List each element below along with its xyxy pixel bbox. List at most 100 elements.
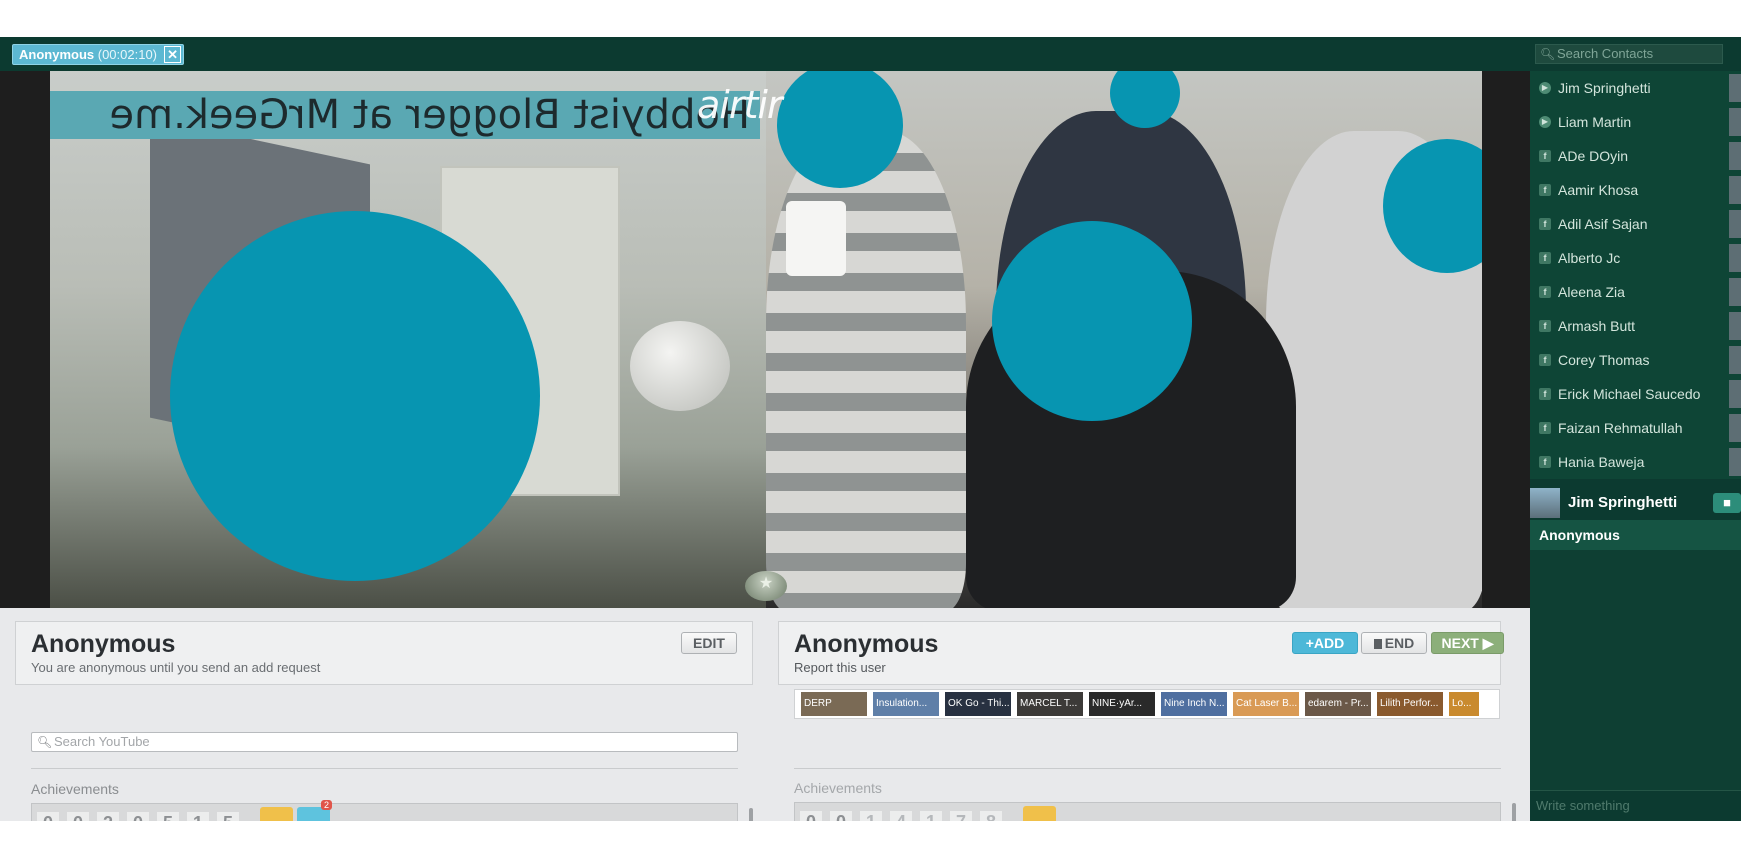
blue-badge-icon[interactable]: 2 (297, 800, 332, 821)
facebook-icon: f (1539, 320, 1551, 332)
avatar (1729, 346, 1741, 374)
achievement-digit: 0 (127, 812, 149, 821)
avatar (1729, 380, 1741, 408)
chat-panel: Anonymous Write something (1530, 520, 1741, 821)
video-thumbnail[interactable]: Cat Laser B... (1233, 692, 1299, 716)
video-thumbnail[interactable]: Lo... (1449, 692, 1479, 716)
contact-item[interactable]: f Adil Asif Sajan (1530, 207, 1741, 241)
session-tab[interactable]: Anonymous (00:02:10) ✕ (12, 44, 185, 65)
peer-achievements-label: Achievements (794, 780, 882, 796)
mirrored-banner: Hobbyist Blogger at MrGeek.me (50, 91, 760, 139)
contact-name: Liam Martin (1558, 114, 1632, 130)
search-icon: 🔍︎ (37, 735, 53, 749)
gold-badge-icon[interactable] (1023, 806, 1056, 821)
peer-camera-feed (766, 71, 1482, 608)
gold-badge-icon[interactable] (260, 807, 293, 821)
contact-name: Corey Thomas (1558, 352, 1650, 368)
lower-panel: Anonymous You are anonymous until you se… (0, 608, 1530, 821)
add-button[interactable]: +ADD (1292, 632, 1358, 654)
contact-item[interactable]: f Faizan Rehmatullah (1530, 411, 1741, 445)
achievement-digit: 1 (920, 811, 942, 821)
next-button-label: NEXT (1441, 635, 1479, 651)
video-camera-icon[interactable]: ■︎ (1713, 493, 1741, 513)
achievement-digit: 0 (800, 811, 822, 821)
contact-item[interactable]: f Aamir Khosa (1530, 173, 1741, 207)
session-tab-timer: (00:02:10) (97, 47, 158, 62)
chat-peer-label[interactable]: Anonymous (1530, 520, 1741, 550)
achievement-digit: 2 (97, 812, 119, 821)
facebook-icon: f (1539, 218, 1551, 230)
badge-count: 2 (320, 800, 332, 810)
report-user-link[interactable]: Report this user (794, 660, 886, 675)
divider (31, 768, 738, 769)
contact-item[interactable]: f Armash Butt (1530, 309, 1741, 343)
contact-name: Jim Springhetti (1558, 80, 1651, 96)
video-thumbnail[interactable]: MARCEL T... (1017, 692, 1083, 716)
facebook-icon: f (1539, 422, 1551, 434)
video-thumbnail[interactable]: edarem - Pr... (1305, 692, 1371, 716)
video-thumbnail[interactable]: DERP (801, 692, 867, 716)
achievement-digit: 8 (980, 811, 1002, 821)
chat-message-input[interactable]: Write something (1530, 790, 1741, 821)
contact-name: Aamir Khosa (1558, 182, 1639, 198)
facebook-icon: f (1539, 184, 1551, 196)
end-button-label: END (1384, 635, 1415, 651)
contact-item[interactable]: f Alberto Jc (1530, 241, 1741, 275)
self-camera-feed: Hobbyist Blogger at MrGeek.me (50, 71, 766, 608)
achievement-digit: 0 (67, 812, 89, 821)
achievement-digit: 5 (217, 812, 239, 821)
video-thumbnail[interactable]: NINE·yAr... (1089, 692, 1155, 716)
video-thumbnail[interactable]: Lilith Perfor... (1377, 692, 1443, 716)
avatar (1729, 108, 1741, 136)
contact-item[interactable]: ▶︎ Jim Springhetti (1530, 71, 1741, 105)
achievement-digit: 0 (830, 811, 852, 821)
achievement-digit: 1 (187, 812, 209, 821)
facebook-icon: f (1539, 456, 1551, 468)
avatar (1729, 142, 1741, 170)
edit-button[interactable]: EDIT (681, 632, 737, 654)
contact-item[interactable]: f Corey Thomas (1530, 343, 1741, 377)
stop-icon (1373, 639, 1382, 649)
fast-forward-icon: ▶︎ (1478, 635, 1494, 651)
close-icon[interactable]: ✕ (164, 46, 182, 63)
contact-item[interactable]: f Hania Baweja (1530, 445, 1741, 479)
video-area: Hobbyist Blogger at MrGeek.me airtir ★ (0, 71, 1530, 608)
self-anonymity-note: You are anonymous until you send an add … (31, 660, 321, 675)
self-name: Anonymous (31, 630, 176, 658)
peer-identity-box: Anonymous Report this user +ADD END NEXT… (778, 621, 1504, 685)
chat-header[interactable]: Jim Springhetti ■︎ (1530, 486, 1741, 520)
facebook-icon: f (1539, 252, 1551, 264)
mug (786, 201, 846, 276)
youtube-search-input[interactable]: 🔍︎ Search YouTube (31, 732, 738, 752)
contact-item[interactable]: f Aleena Zia (1530, 275, 1741, 309)
app-window: Anonymous (00:02:10) ✕ Hobbyist Blogger … (0, 37, 1741, 821)
video-thumbnail[interactable]: Nine Inch N... (1161, 692, 1227, 716)
contact-name: Hania Baweja (1558, 454, 1645, 470)
contact-item[interactable]: f Erick Michael Saucedo (1530, 377, 1741, 411)
contact-name: Alberto Jc (1558, 250, 1621, 266)
contact-name: ADe DOyin (1558, 148, 1629, 164)
end-button[interactable]: END (1361, 632, 1427, 654)
video-thumbnail[interactable]: OK Go - Thi... (945, 692, 1011, 716)
contact-name: Armash Butt (1558, 318, 1636, 334)
contacts-sidebar: 🔍︎ Search Contacts ▶︎ Jim Springhetti ▶︎ L… (1530, 37, 1741, 821)
achievement-digit: 0 (37, 812, 59, 821)
contact-item[interactable]: f ADe DOyin (1530, 139, 1741, 173)
contact-search-input[interactable]: 🔍︎ Search Contacts (1535, 44, 1723, 64)
avatar (1729, 278, 1741, 306)
youtube-search-placeholder: Search YouTube (54, 734, 150, 749)
facebook-icon: f (1539, 150, 1551, 162)
peer-panel-scrollbar[interactable] (1512, 803, 1516, 821)
star-icon[interactable]: ★ (745, 571, 787, 601)
next-button[interactable]: NEXT ▶︎ (1431, 632, 1504, 654)
avatar (1530, 488, 1560, 518)
self-panel-scrollbar[interactable] (749, 808, 753, 821)
self-identity-box: Anonymous You are anonymous until you se… (15, 621, 753, 685)
video-thumbnail[interactable]: Insulation... (873, 692, 939, 716)
contact-list: ▶︎ Jim Springhetti ▶︎ Liam Martin f ADe DOy… (1530, 71, 1741, 479)
avatar (1729, 312, 1741, 340)
session-tab-name: Anonymous (19, 47, 95, 62)
peer-achievements-bar: 0 0 1 4 1 7 8 (794, 802, 1501, 821)
avatar (1729, 448, 1741, 476)
contact-item[interactable]: ▶︎ Liam Martin (1530, 105, 1741, 139)
